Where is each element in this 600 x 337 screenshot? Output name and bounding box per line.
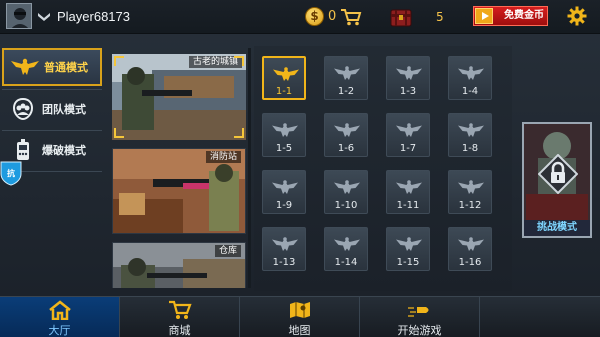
eagle-icon — [272, 123, 298, 137]
lock-icon — [538, 154, 578, 194]
challenge-mode-card[interactable]: 挑战模式 — [522, 122, 592, 238]
mode-normal[interactable]: 普通模式 — [2, 48, 102, 86]
level-label: 1-7 — [399, 143, 417, 154]
top-bar: Player68173 $ 0 5 免费金币 — [0, 0, 600, 34]
eagle-icon — [396, 180, 422, 194]
eagle-icon — [396, 66, 422, 80]
level-label: 1-6 — [337, 143, 355, 154]
selection-corner — [234, 128, 244, 138]
bottom-nav: 大厅 商城 地图 开始游戏 — [0, 296, 600, 337]
selection-corner — [114, 56, 124, 66]
cart-icon — [168, 300, 192, 319]
map-name: 消防站 — [205, 151, 241, 163]
defense-badge-label: 抗 — [7, 169, 15, 178]
eagle-icon — [334, 237, 360, 251]
level-label: 1-11 — [396, 200, 420, 211]
level-grid: 1-1 1-2 1-3 1-4 1-5 1-6 1-7 1-8 1-9 1-10 1-11 1-12 1… — [254, 46, 512, 291]
level-label: 1-16 — [458, 257, 482, 268]
defense-badge[interactable]: 抗 — [0, 160, 22, 186]
coin-icon: $ — [305, 7, 324, 26]
level-label: 1-14 — [334, 257, 358, 268]
selection-corner — [234, 56, 244, 66]
map-icon — [289, 302, 310, 318]
mode-label: 爆破模式 — [42, 144, 86, 157]
nav-label: 地图 — [288, 324, 311, 337]
eagle-icon — [458, 237, 484, 251]
level-label: 1-12 — [458, 200, 482, 211]
map-list-scrollbar[interactable] — [248, 48, 251, 288]
level-label: 1-10 — [334, 200, 358, 211]
level-label: 1-4 — [461, 86, 479, 97]
eagle-icon — [334, 180, 360, 194]
eagle-icon — [334, 123, 360, 137]
mode-label: 团队模式 — [42, 103, 86, 116]
eagle-icon — [458, 123, 484, 137]
eagle-icon — [273, 67, 299, 81]
eagle-icon — [272, 180, 298, 194]
level-label: 1-1 — [275, 86, 293, 97]
nav-start-game[interactable]: 开始游戏 — [360, 297, 480, 337]
map-name: 仓库 — [214, 245, 241, 257]
rank-chevron-icon — [38, 13, 50, 21]
mode-label: 普通模式 — [44, 61, 88, 74]
avatar[interactable] — [6, 3, 32, 29]
eagle-icon — [334, 66, 360, 80]
video-play-icon — [475, 8, 493, 24]
home-icon — [48, 300, 71, 320]
level-label: 1-15 — [396, 257, 420, 268]
coin-count: 0 — [328, 9, 337, 24]
eagle-icon — [458, 66, 484, 80]
chest-icon[interactable] — [388, 4, 414, 30]
settings-gear-icon[interactable] — [567, 6, 587, 26]
nav-map[interactable]: 地图 — [240, 297, 360, 337]
bullet-icon — [407, 307, 428, 317]
nav-label: 大厅 — [48, 324, 71, 337]
eagle-icon — [272, 237, 298, 251]
challenge-mode-label: 挑战模式 — [524, 220, 590, 236]
level-label: 1-13 — [272, 257, 296, 268]
map-list: 古老的城镇 消防站 仓库 — [108, 48, 250, 288]
nav-shop[interactable]: 商城 — [120, 297, 240, 337]
team-icon — [12, 97, 34, 121]
game-lobby: Player68173 $ 0 5 免费金币 普通模式 团队模式 爆破模式 抗 … — [0, 0, 600, 337]
nav-lobby[interactable]: 大厅 — [0, 297, 120, 337]
level-label: 1-5 — [275, 143, 293, 154]
selection-corner — [114, 128, 124, 138]
chest-count: 5 — [436, 10, 444, 24]
shop-cart-icon[interactable] — [340, 8, 362, 26]
eagle-icon — [11, 58, 39, 75]
level-label: 1-3 — [399, 86, 417, 97]
level-label: 1-2 — [337, 86, 355, 97]
nav-label: 开始游戏 — [397, 324, 442, 337]
map-card-warehouse[interactable]: 仓库 — [112, 242, 246, 288]
level-label: 1-8 — [461, 143, 479, 154]
map-card-old-town[interactable]: 古老的城镇 — [112, 54, 246, 140]
bomb-icon — [17, 139, 29, 160]
nav-label: 商城 — [168, 324, 191, 337]
eagle-icon — [396, 237, 422, 251]
level-label: 1-9 — [275, 200, 293, 211]
map-card-fire-station[interactable]: 消防站 — [112, 148, 246, 234]
mode-team[interactable]: 团队模式 — [2, 90, 102, 128]
player-name: Player68173 — [57, 9, 130, 24]
eagle-icon — [396, 123, 422, 137]
eagle-icon — [458, 180, 484, 194]
